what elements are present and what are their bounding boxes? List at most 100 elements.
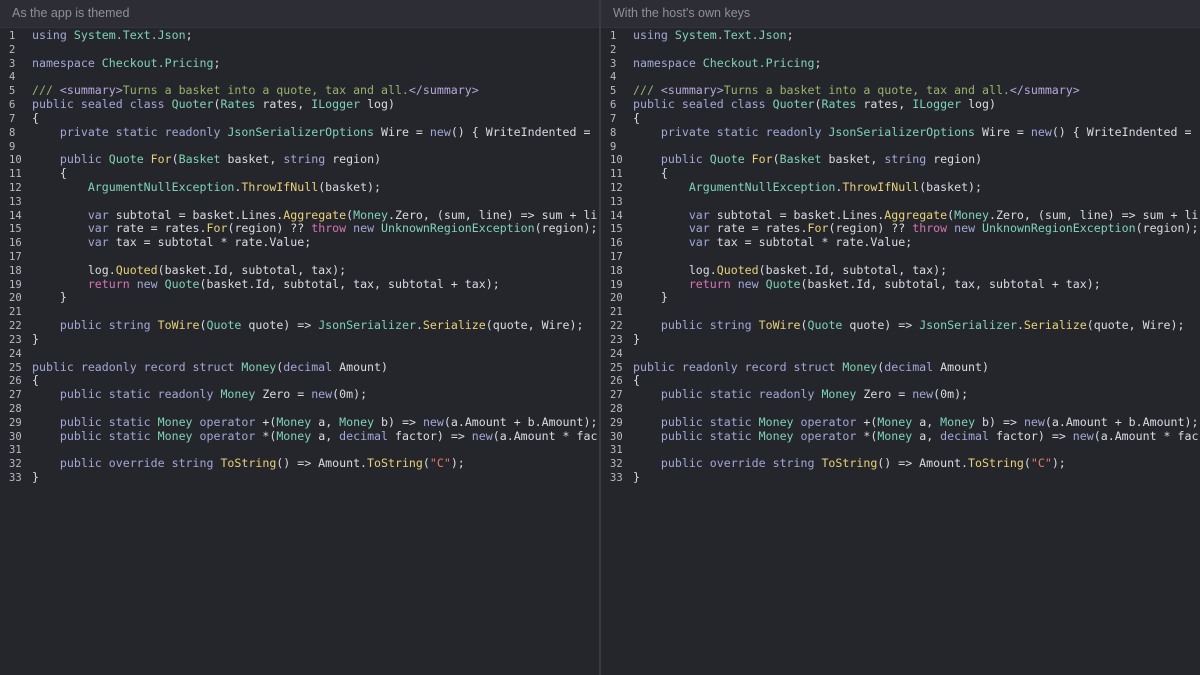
code-token: Turns a basket into a quote, tax and all… [723, 84, 1010, 98]
code-line: 2 [0, 43, 599, 57]
line-number: 27 [9, 389, 22, 402]
code-token: () { WriteIndented = [1051, 125, 1199, 139]
code-token: System.Text.Json [674, 29, 787, 42]
code-token: return [87, 277, 137, 291]
code-line: 22 public string ToWire(Quote quote) => … [0, 319, 599, 333]
code-token: { [31, 374, 39, 388]
code-token: operator [199, 415, 263, 429]
code-token: Quoter [171, 98, 214, 112]
code-line: 10 public Quote For(Basket basket, strin… [0, 153, 599, 167]
code-line: 23 } [0, 333, 599, 347]
code-token: Wire = [374, 125, 430, 139]
code-line: 10 public Quote For(Basket basket, strin… [601, 153, 1200, 167]
code-token: region) [325, 153, 382, 167]
code-line: 28 [0, 402, 599, 416]
code-token: a, [311, 415, 340, 429]
code-token: JsonSerializerOptions [828, 125, 976, 139]
code-token: Amount) [332, 360, 388, 374]
code-line: 29 public static Money operator +(Money … [0, 416, 599, 430]
code-line: 27 public static readonly Money Zero = n… [0, 388, 599, 402]
code-token: log) [360, 98, 395, 112]
code-token: basket, [220, 153, 284, 167]
code-token: public sealed class [31, 98, 172, 112]
code-token: public static readonly [660, 388, 822, 402]
code-token: ILogger [311, 98, 361, 112]
line-number: 31 [610, 444, 623, 457]
code-token: var [87, 236, 109, 250]
code-line: 8 private static readonly JsonSerializer… [601, 126, 1200, 140]
code-token: Rates [821, 98, 857, 112]
code-token: public static [59, 429, 158, 443]
code-token: public [660, 153, 710, 167]
code-token: () => Amount. [276, 457, 368, 471]
code-token: public string [660, 319, 759, 333]
code-token: Money [157, 415, 200, 429]
line-number: 29 [9, 416, 22, 429]
line-number: 31 [9, 444, 22, 457]
line-number: 25 [610, 361, 623, 374]
code-line: 19 return new Quote(basket.Id, subtotal,… [601, 278, 1200, 292]
code-area[interactable]: 1 using System.Text.Json; 2 3 namespace C… [0, 28, 599, 485]
code-token: ; [786, 29, 794, 42]
code-token: Zero = [255, 388, 312, 402]
code-line: 24 [0, 347, 599, 361]
line-number: 3 [610, 57, 617, 70]
line-number: 20 [9, 292, 22, 305]
code-token: Money [241, 360, 277, 374]
code-token: ThrowIfNull [241, 180, 319, 194]
code-token: private static readonly [59, 125, 228, 139]
code-token: tax = subtotal * rate.Value; [108, 236, 312, 250]
code-token: ( [171, 153, 179, 167]
code-line: 3 namespace Checkout.Pricing; [601, 57, 1200, 71]
code-token: } [31, 471, 39, 484]
code-token: (basket.Id, subtotal, tax, subtotal + ta… [199, 277, 500, 291]
code-token: (quote, Wire); [1086, 319, 1185, 333]
line-number: 13 [9, 195, 22, 208]
code-token: JsonSerializer [919, 319, 1017, 333]
line-number: 30 [9, 430, 22, 443]
code-line: 16 var tax = subtotal * rate.Value; [601, 236, 1200, 250]
code-token: public override string [660, 457, 822, 471]
code-token: return [688, 277, 738, 291]
code-line: 12 ArgumentNullException.ThrowIfNull(bas… [601, 181, 1200, 195]
code-line: 18 log.Quoted(basket.Id, subtotal, tax); [0, 264, 599, 278]
code-token: Quote [709, 153, 752, 167]
code-token: For [206, 222, 228, 236]
code-line: 27 public static readonly Money Zero = n… [601, 388, 1200, 402]
code-token: rates, [856, 98, 913, 112]
code-line: 13 [601, 195, 1200, 209]
code-token: ToString [821, 457, 878, 471]
code-token: } [632, 332, 640, 346]
code-line: 6 public sealed class Quoter(Rates rates… [0, 98, 599, 112]
code-token: ( [422, 457, 430, 471]
code-line: 11 { [601, 167, 1200, 181]
code-token: Quote [108, 153, 151, 167]
code-token: decimal [884, 360, 934, 374]
line-number: 29 [610, 416, 623, 429]
line-number: 20 [610, 292, 623, 305]
code-token: (a.Amount + b.Amount); [1044, 415, 1199, 429]
code-token: var [688, 236, 710, 250]
code-token: log) [961, 98, 996, 112]
line-number: 27 [610, 389, 623, 402]
code-token: namespace [31, 56, 102, 70]
code-token: { [632, 374, 640, 388]
code-token: "C" [429, 457, 451, 471]
code-token: . [415, 319, 423, 333]
code-area[interactable]: 1 using System.Text.Json; 2 3 namespace C… [601, 28, 1200, 485]
code-token: public sealed class [632, 98, 773, 112]
left-editor-pane: As the app is themed 1 using System.Text… [0, 0, 599, 675]
code-line: 30 public static Money operator *(Money … [601, 430, 1200, 444]
line-number: 6 [610, 99, 617, 112]
code-token: new [353, 222, 382, 236]
code-token: Money [842, 360, 878, 374]
code-token: (0m); [933, 388, 969, 402]
code-token: quote) => [842, 319, 920, 333]
line-number: 2 [9, 43, 16, 56]
